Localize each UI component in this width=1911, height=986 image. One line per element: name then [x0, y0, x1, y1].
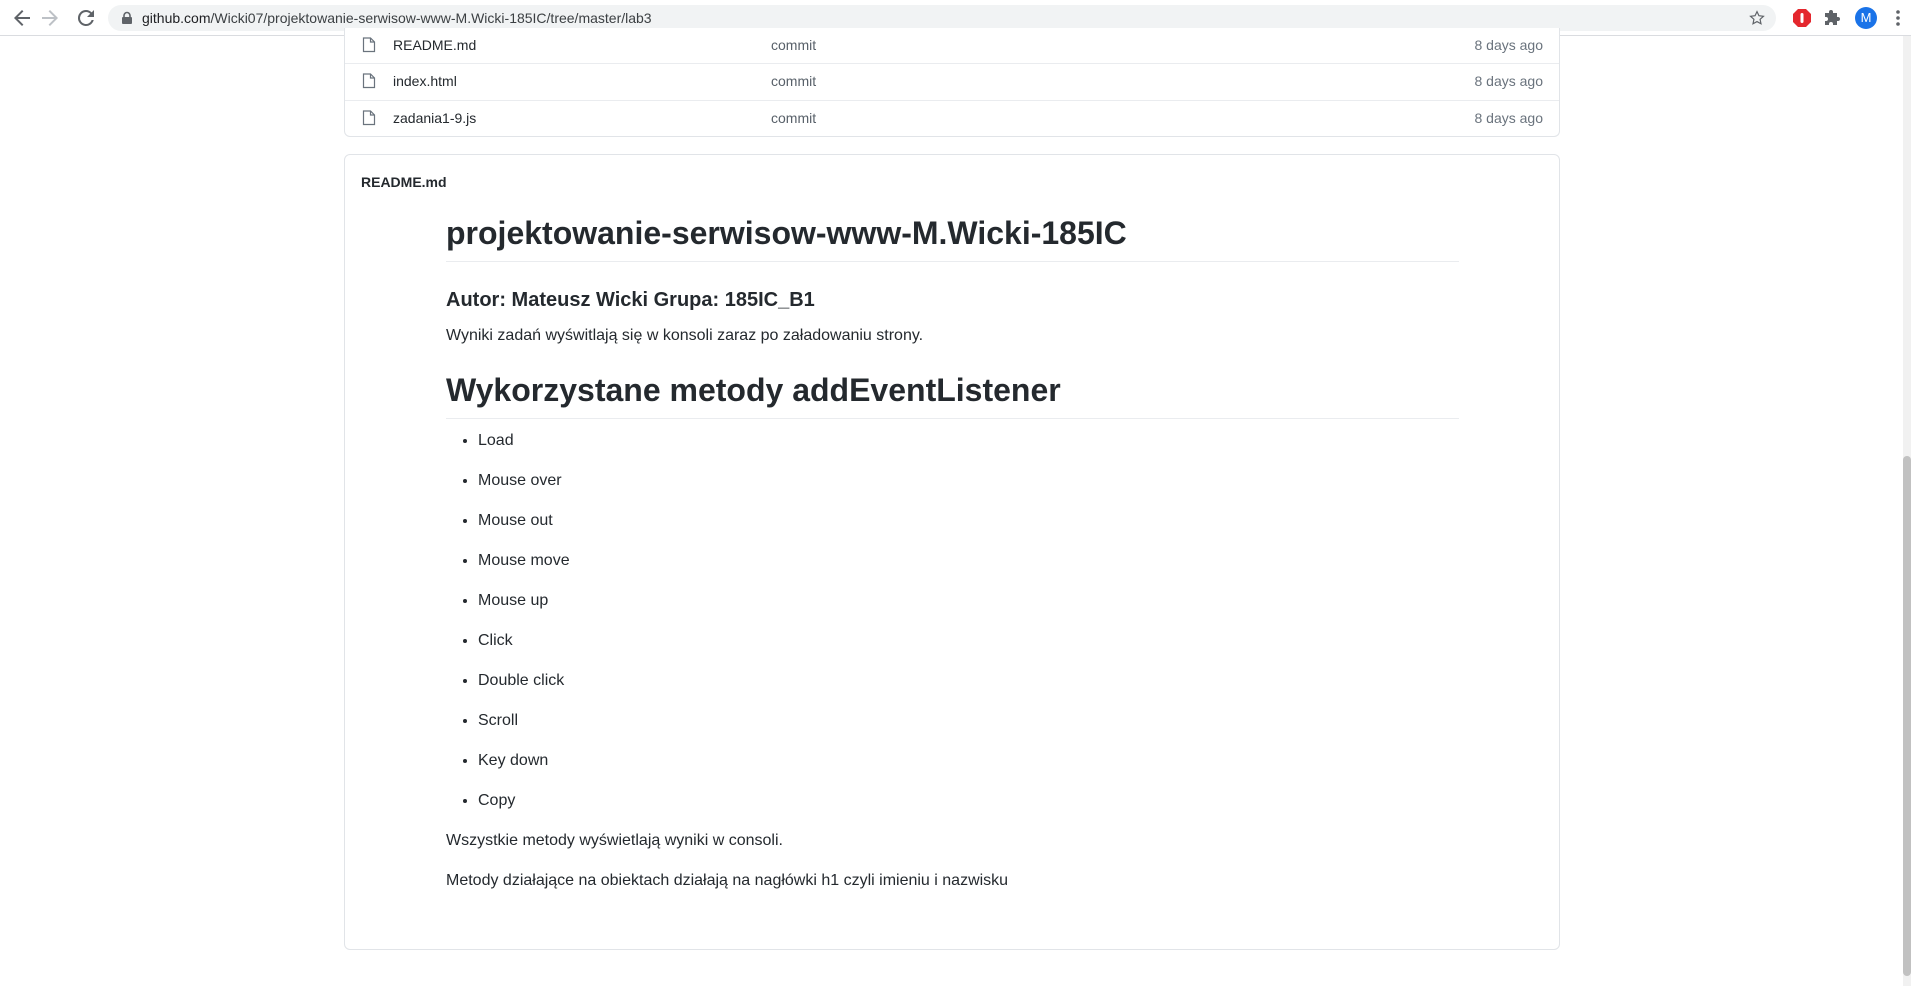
readme-filename[interactable]: README.md: [361, 174, 447, 190]
file-name-link[interactable]: index.html: [393, 64, 457, 99]
file-list: README.md commit 8 days ago index.html c…: [344, 28, 1560, 137]
file-row[interactable]: zadania1-9.js commit 8 days ago: [345, 100, 1559, 137]
list-item: Mouse out: [478, 509, 1459, 533]
file-row[interactable]: README.md commit 8 days ago: [345, 28, 1559, 63]
readme-panel: README.md projektowanie-serwisow-www-M.W…: [344, 154, 1560, 950]
forward-arrow-icon[interactable]: [38, 6, 62, 30]
list-item: Key down: [478, 749, 1459, 773]
methods-list: Load Mouse over Mouse out Mouse move Mou…: [446, 429, 1459, 813]
readme-intro: Wyniki zadań wyświtlają się w konsoli za…: [446, 327, 924, 344]
extensions-puzzle-icon[interactable]: [1823, 8, 1843, 28]
commit-age: 8 days ago: [1474, 73, 1544, 89]
readme-author: Autor: Mateusz Wicki Grupa: 185IC_B1: [446, 289, 815, 311]
bookmark-star-icon[interactable]: [1748, 9, 1766, 27]
file-icon: [362, 110, 376, 126]
list-item: Click: [478, 629, 1459, 653]
menu-kebab-icon[interactable]: [1893, 8, 1903, 28]
commit-message-link[interactable]: commit: [771, 28, 816, 63]
list-item: Mouse move: [478, 549, 1459, 573]
profile-avatar[interactable]: M: [1855, 7, 1877, 29]
scrollbar-thumb[interactable]: [1903, 456, 1911, 976]
file-icon: [362, 37, 376, 53]
list-item: Load: [478, 429, 1459, 453]
file-icon: [362, 73, 376, 89]
url-path: /Wicki07/projektowanie-serwisow-www-M.Wi…: [210, 10, 652, 26]
url-host: github.com: [142, 10, 211, 26]
readme-note-console: Wszystkie metody wyświetlają wyniki w co…: [446, 832, 783, 849]
page-scrollbar[interactable]: [1903, 36, 1911, 986]
list-item: Double click: [478, 669, 1459, 693]
lock-icon: [122, 11, 132, 24]
list-item: Scroll: [478, 709, 1459, 733]
readme-title: projektowanie-serwisow-www-M.Wicki-185IC: [446, 211, 1459, 262]
file-name-link[interactable]: README.md: [393, 28, 476, 63]
file-row[interactable]: index.html commit 8 days ago: [345, 63, 1559, 100]
commit-message-link[interactable]: commit: [771, 64, 816, 99]
readme-note-objects: Metody działające na obiektach działają …: [446, 872, 1009, 889]
commit-message-link[interactable]: commit: [771, 101, 816, 136]
list-item: Copy: [478, 789, 1459, 813]
file-name-link[interactable]: zadania1-9.js: [393, 101, 476, 136]
adblock-icon[interactable]: [1792, 8, 1812, 28]
list-item: Mouse up: [478, 589, 1459, 613]
readme-content: projektowanie-serwisow-www-M.Wicki-185IC…: [446, 211, 1459, 893]
list-item: Mouse over: [478, 469, 1459, 493]
back-arrow-icon[interactable]: [10, 6, 34, 30]
commit-age: 8 days ago: [1474, 37, 1544, 53]
readme-section-title: Wykorzystane metody addEventListener: [446, 368, 1459, 419]
commit-age: 8 days ago: [1474, 110, 1544, 126]
reload-icon[interactable]: [74, 6, 98, 30]
